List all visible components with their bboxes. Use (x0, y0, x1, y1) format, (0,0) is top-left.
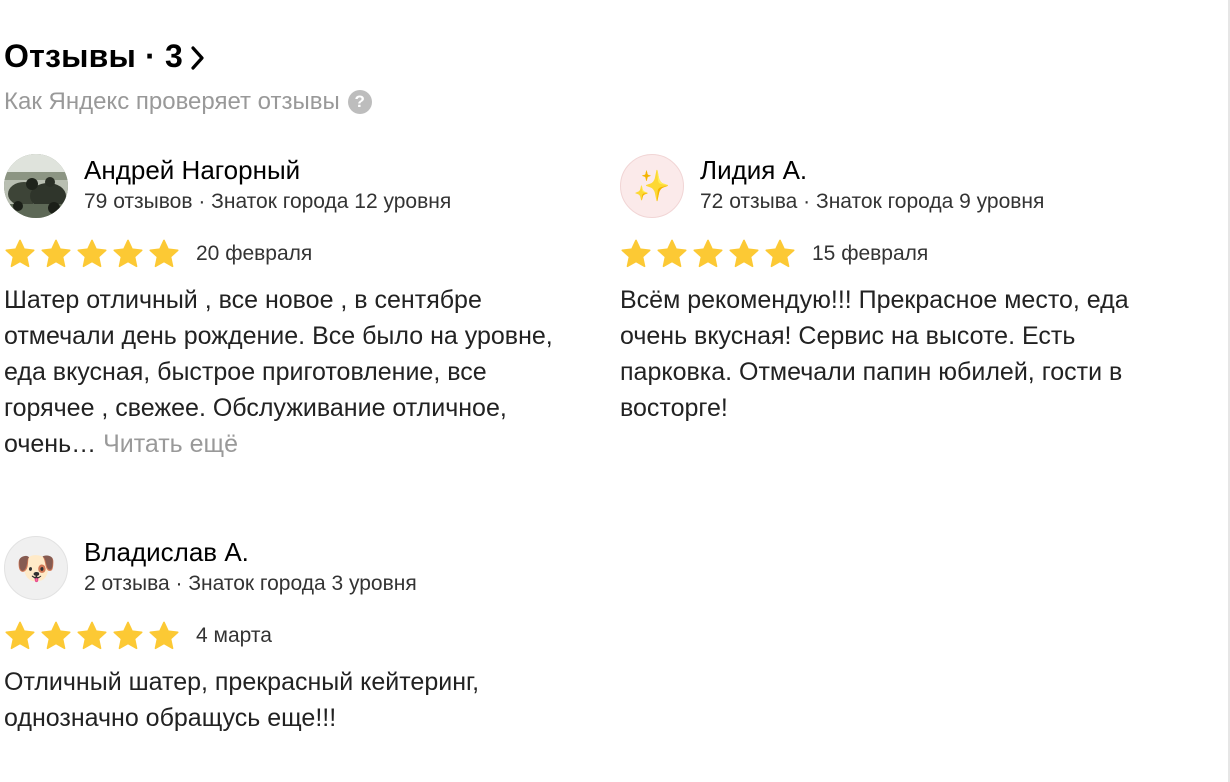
review-author: ✨ Лидия А. 72 отзыва · Знаток города 9 у… (620, 154, 1180, 222)
reviews-title: Отзывы · 3 (4, 38, 184, 74)
avatar[interactable]: 🐶 (4, 536, 68, 600)
review-author: Андрей Нагорный 79 отзывов · Знаток горо… (4, 154, 564, 222)
avatar-photo-icon (4, 154, 68, 218)
reviews-header[interactable]: Отзывы · 3 (4, 38, 205, 75)
star-icon (149, 239, 179, 268)
dog-face-icon: 🐶 (16, 550, 56, 586)
verify-reviews-link[interactable]: Как Яндекс проверяет отзывы ? (4, 88, 372, 116)
sparkles-icon: ✨ (633, 169, 671, 203)
review-card: 🐶 Владислав А. 2 отзыва · Знаток города … (4, 536, 564, 736)
star-icon (765, 239, 795, 268)
review-text: Отличный шатер, прекрасный кейтеринг, од… (4, 664, 564, 736)
author-meta: 2 отзыва · Знаток города 3 уровня (84, 572, 417, 595)
question-icon: ? (347, 90, 372, 114)
rating-row: 20 февраля (4, 234, 564, 274)
rating-row: 4 марта (4, 616, 564, 656)
star-icon (657, 239, 687, 268)
star-icon (113, 239, 143, 268)
star-icon (5, 621, 35, 650)
verify-reviews-label: Как Яндекс проверяет отзывы (4, 88, 340, 115)
review-date: 15 февраля (812, 242, 929, 265)
rating-stars (4, 620, 184, 652)
review-text: Всём рекомендую!!! Прекрасное место, еда… (620, 282, 1180, 426)
review-date: 4 марта (196, 624, 272, 647)
rating-stars (620, 238, 800, 270)
author-name[interactable]: Андрей Нагорный (84, 154, 300, 186)
review-card: Андрей Нагорный 79 отзывов · Знаток горо… (4, 154, 564, 462)
review-date: 20 февраля (196, 242, 313, 265)
avatar[interactable] (4, 154, 68, 218)
star-icon (5, 239, 35, 268)
rating-row: 15 февраля (620, 234, 1180, 274)
review-body: Отличный шатер, прекрасный кейтеринг, од… (4, 668, 480, 732)
star-icon (149, 621, 179, 650)
author-meta: 72 отзыва · Знаток города 9 уровня (700, 190, 1045, 213)
review-body: Всём рекомендую!!! Прекрасное место, еда… (620, 286, 1129, 422)
author-name[interactable]: Лидия А. (700, 154, 807, 186)
review-author: 🐶 Владислав А. 2 отзыва · Знаток города … (4, 536, 564, 604)
author-name[interactable]: Владислав А. (84, 536, 249, 568)
avatar[interactable]: ✨ (620, 154, 684, 218)
star-icon (729, 239, 759, 268)
star-icon (41, 621, 71, 650)
review-body: Шатер отличный , все новое , в сентябре … (4, 286, 553, 458)
chevron-right-icon (191, 45, 204, 70)
star-icon (113, 621, 143, 650)
read-more-link[interactable]: Читать ещё (103, 430, 238, 458)
rating-stars (4, 238, 184, 270)
star-icon (77, 239, 107, 268)
author-meta: 79 отзывов · Знаток города 12 уровня (84, 190, 452, 213)
star-icon (621, 239, 651, 268)
star-icon (77, 621, 107, 650)
star-icon (41, 239, 71, 268)
review-card: ✨ Лидия А. 72 отзыва · Знаток города 9 у… (620, 154, 1180, 426)
star-icon (693, 239, 723, 268)
review-text: Шатер отличный , все новое , в сентябре … (4, 282, 564, 462)
